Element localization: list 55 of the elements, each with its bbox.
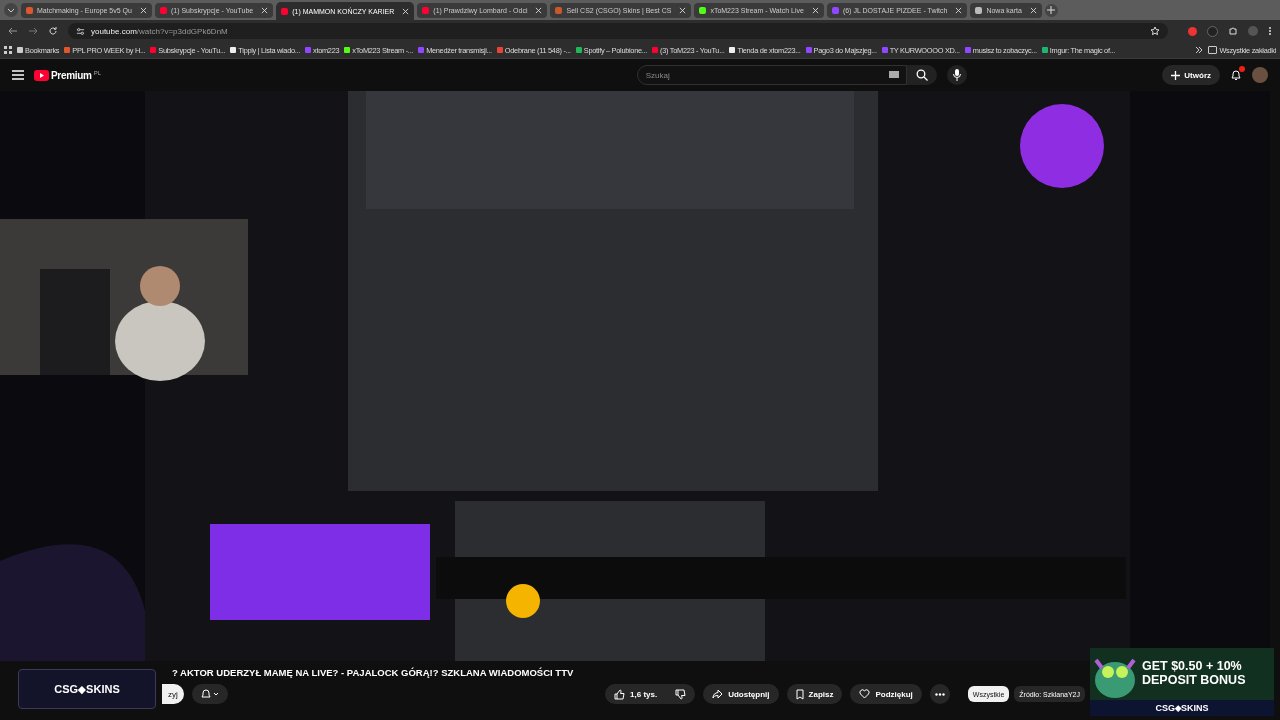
close-icon[interactable] (1029, 6, 1037, 14)
share-button[interactable]: Udostępnij (703, 684, 779, 704)
puzzle-icon[interactable] (1228, 26, 1238, 36)
tab-list-button[interactable] (4, 3, 18, 17)
create-button[interactable]: Utwórz (1162, 65, 1220, 85)
close-icon[interactable] (261, 6, 269, 14)
thanks-button[interactable]: Podziękuj (850, 684, 922, 704)
ad-headline: GET $0.50 + 10% (1142, 660, 1243, 674)
close-icon[interactable] (811, 6, 819, 14)
apps-icon[interactable] (4, 46, 12, 54)
notification-bell-button[interactable] (191, 684, 228, 704)
close-icon[interactable] (139, 6, 147, 14)
search-icon (915, 69, 928, 81)
bookmark-icon (795, 688, 804, 700)
notifications-icon[interactable] (1230, 69, 1242, 81)
close-icon[interactable] (955, 6, 963, 14)
microphone-button[interactable] (946, 65, 967, 85)
close-icon[interactable] (535, 6, 543, 14)
save-button[interactable]: Zapisz (786, 684, 843, 704)
menu-icon[interactable] (12, 70, 24, 80)
share-icon (712, 689, 724, 699)
plus-icon (1171, 70, 1181, 80)
site-info-icon[interactable] (76, 26, 85, 36)
menu-icon[interactable] (1268, 26, 1272, 36)
search-field[interactable]: Szukaj (636, 65, 907, 85)
thumbs-down-icon (675, 688, 687, 700)
chevron-down-icon (7, 6, 15, 14)
video-title: ? AKTOR UDERZYŁ MAMĘ NA LIVE? - PAJALOCK GÓRĄ!? SZKLANA WIADOMOŚCI TTV (172, 667, 575, 678)
keyboard-icon[interactable] (888, 71, 899, 78)
address-bar[interactable]: youtube.com/watch?v=p3ddGPk6DnM (68, 23, 1168, 39)
back-icon[interactable] (8, 26, 18, 36)
more-icon (934, 692, 945, 696)
subscribe-button[interactable]: zyj (162, 684, 184, 704)
bell-icon (200, 689, 219, 699)
close-icon[interactable] (679, 6, 687, 14)
more-button[interactable] (929, 684, 950, 704)
heart-icon (859, 689, 871, 699)
chevron-icon[interactable] (1195, 46, 1204, 54)
extension-icon[interactable] (1188, 26, 1197, 36)
plus-icon (1047, 6, 1056, 14)
ad-headline: DEPOSIT BONUS (1142, 674, 1246, 688)
forward-icon[interactable] (28, 26, 38, 36)
sponsor-banner: CSG⬥SKINS (18, 669, 156, 709)
youtube-logo[interactable]: Premium $^{PL}$ (34, 69, 102, 81)
thumbs-up-icon (614, 688, 626, 700)
notification-badge (1239, 66, 1245, 72)
ad-brand: CSG⬥SKINS (1090, 700, 1274, 716)
extension-icon[interactable] (1207, 25, 1218, 37)
reload-icon[interactable] (48, 26, 58, 36)
microphone-icon (952, 69, 961, 81)
search-button[interactable] (906, 65, 937, 85)
close-icon[interactable] (402, 7, 410, 15)
bookmark-star-icon[interactable] (1150, 26, 1160, 36)
new-tab-button[interactable] (1044, 3, 1058, 17)
account-avatar[interactable] (1252, 67, 1268, 83)
